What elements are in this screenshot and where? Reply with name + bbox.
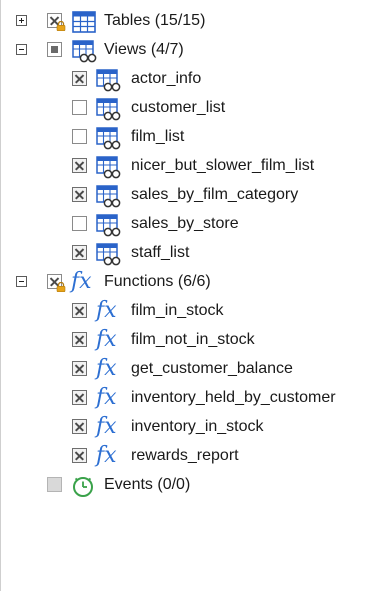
function-item-inventory-in-stock[interactable]: fx inventory_in_stock	[0, 413, 387, 442]
view-checkbox[interactable]	[72, 100, 87, 115]
tables-label: Tables	[104, 12, 151, 29]
view-item-label: nicer_but_slower_film_list	[131, 157, 315, 174]
function-icon: fx	[96, 443, 117, 468]
functions-label: Functions	[104, 273, 174, 290]
view-item-label: actor_info	[131, 70, 202, 87]
function-checkbox[interactable]	[72, 332, 87, 347]
function-item-label: film_in_stock	[131, 302, 224, 319]
clock-icon	[73, 477, 93, 497]
events-count: (0/0)	[157, 476, 191, 493]
function-item-inventory-held-by-customer[interactable]: fx inventory_held_by_customer	[0, 384, 387, 413]
functions-count: (6/6)	[177, 273, 211, 290]
view-icon	[96, 243, 121, 266]
view-icon	[72, 40, 97, 63]
function-icon: fx	[96, 385, 117, 410]
tree-node-label: Events (0/0)	[104, 476, 190, 494]
view-item-label: customer_list	[131, 99, 226, 116]
view-icon	[96, 69, 121, 92]
function-item-label: film_not_in_stock	[131, 331, 255, 348]
lock-icon	[56, 282, 66, 292]
view-item-sales-by-store[interactable]: sales_by_store	[0, 210, 387, 239]
checkbox-events[interactable]	[47, 477, 62, 492]
function-item-label: get_customer_balance	[131, 360, 293, 377]
table-icon	[72, 11, 96, 33]
expand-toggle-tables[interactable]	[16, 15, 27, 26]
function-item-rewards-report[interactable]: fx rewards_report	[0, 442, 387, 471]
function-item-film-not-in-stock[interactable]: fx film_not_in_stock	[0, 326, 387, 355]
lock-icon	[56, 21, 66, 31]
function-item-film-in-stock[interactable]: fx film_in_stock	[0, 297, 387, 326]
tree-node-label: Functions (6/6)	[104, 273, 211, 291]
checkbox-tables[interactable]	[47, 13, 66, 31]
function-checkbox[interactable]	[72, 390, 87, 405]
view-item-sales-by-film-category[interactable]: sales_by_film_category	[0, 181, 387, 210]
view-icon	[96, 98, 121, 121]
view-checkbox[interactable]	[72, 216, 87, 231]
view-checkbox[interactable]	[72, 245, 87, 260]
tree-node-label: Views (4/7)	[104, 41, 184, 59]
view-item-label: staff_list	[131, 244, 190, 261]
views-count: (4/7)	[150, 41, 184, 58]
view-icon	[96, 214, 121, 237]
view-icon	[96, 185, 121, 208]
function-item-label: inventory_in_stock	[131, 418, 264, 435]
function-item-label: inventory_held_by_customer	[131, 389, 336, 406]
function-checkbox[interactable]	[72, 361, 87, 376]
function-icon: fx	[96, 414, 117, 439]
view-item-label: film_list	[131, 128, 185, 145]
tree-node-tables[interactable]: Tables (15/15)	[0, 7, 387, 36]
view-item-label: sales_by_film_category	[131, 186, 299, 203]
view-checkbox[interactable]	[72, 71, 87, 86]
function-checkbox[interactable]	[72, 303, 87, 318]
view-item-customer-list[interactable]: customer_list	[0, 94, 387, 123]
tree-node-label: Tables (15/15)	[104, 12, 205, 30]
view-item-staff-list[interactable]: staff_list	[0, 239, 387, 268]
view-checkbox[interactable]	[72, 129, 87, 144]
function-icon: fx	[71, 269, 92, 294]
function-icon: fx	[96, 298, 117, 323]
view-icon	[96, 127, 121, 150]
collapse-toggle-views[interactable]	[16, 44, 27, 55]
tree-node-functions[interactable]: fx Functions (6/6)	[0, 268, 387, 297]
tree-node-views[interactable]: Views (4/7)	[0, 36, 387, 65]
view-item-film-list[interactable]: film_list	[0, 123, 387, 152]
collapse-toggle-functions[interactable]	[16, 276, 27, 287]
function-icon: fx	[96, 356, 117, 381]
tables-count: (15/15)	[154, 12, 206, 29]
function-checkbox[interactable]	[72, 448, 87, 463]
view-item-nicer-but-slower-film-list[interactable]: nicer_but_slower_film_list	[0, 152, 387, 181]
views-label: Views	[104, 41, 147, 58]
view-checkbox[interactable]	[72, 187, 87, 202]
function-checkbox[interactable]	[72, 419, 87, 434]
function-icon: fx	[96, 327, 117, 352]
tree-node-events[interactable]: Events (0/0)	[0, 471, 387, 500]
view-item-label: sales_by_store	[131, 215, 239, 232]
view-icon	[96, 156, 121, 179]
checkbox-functions[interactable]	[47, 274, 66, 292]
checkbox-views[interactable]	[47, 42, 62, 57]
view-item-actor-info[interactable]: actor_info	[0, 65, 387, 94]
function-item-label: rewards_report	[131, 447, 239, 464]
view-checkbox[interactable]	[72, 158, 87, 173]
events-label: Events	[104, 476, 153, 493]
function-item-get-customer-balance[interactable]: fx get_customer_balance	[0, 355, 387, 384]
